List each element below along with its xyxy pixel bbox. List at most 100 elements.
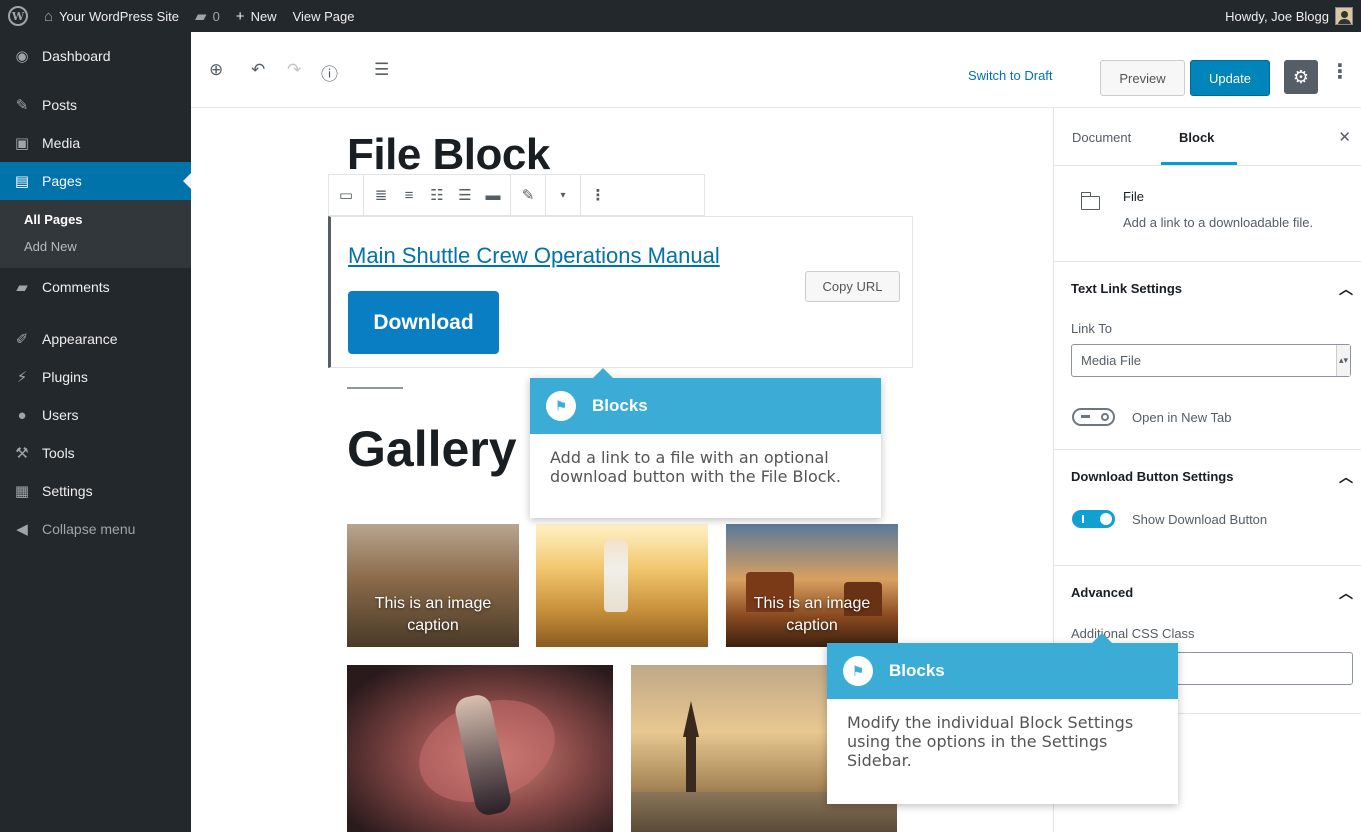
- sidebar-item-appearance[interactable]: ✐ Appearance: [0, 320, 191, 358]
- new-content-link[interactable]: + New: [228, 0, 285, 32]
- view-page-link[interactable]: View Page: [285, 0, 363, 32]
- folder-icon: [1080, 192, 1100, 210]
- admin-sidebar: ◉ Dashboard ✎ Posts ▣ Media ▤ Pages All …: [0, 32, 191, 832]
- tooltip-title: Blocks: [889, 661, 945, 680]
- align-wide-icon[interactable]: ☰: [456, 186, 474, 204]
- info-icon[interactable]: ⓘ: [321, 60, 338, 85]
- dashboard-icon: ◉: [15, 48, 29, 65]
- gallery-image-girl[interactable]: [536, 524, 708, 647]
- image-caption: This is an image caption: [753, 595, 871, 634]
- update-button[interactable]: Update: [1190, 60, 1270, 96]
- comments-count: 0: [212, 8, 220, 24]
- text-link-settings-panel: Text Link Settings ︿ Link To Media File …: [1054, 262, 1361, 450]
- more-options-icon[interactable]: ⋮: [1330, 62, 1350, 82]
- gallery-heading[interactable]: Gallery: [347, 420, 517, 478]
- new-label: New: [250, 8, 277, 24]
- alignment-group: ≣ ≡ ☷ ☰ ▬: [364, 175, 511, 215]
- gallery-image-dancer[interactable]: [347, 665, 613, 832]
- plus-icon: +: [235, 7, 245, 25]
- file-block-heading[interactable]: File Block: [347, 130, 550, 180]
- sidebar-item-tools[interactable]: ⚒ Tools: [0, 434, 191, 472]
- flag-icon: ⚑: [546, 391, 576, 421]
- settings-toggle-button[interactable]: ⚙: [1284, 60, 1318, 94]
- chevron-up-icon[interactable]: ︿: [1339, 583, 1353, 603]
- show-download-button-toggle[interactable]: [1072, 510, 1115, 528]
- close-icon[interactable]: ✕: [1338, 128, 1351, 146]
- link-to-value: Media File: [1081, 353, 1141, 368]
- flag-icon: ⚑: [843, 656, 873, 686]
- sidebar-item-label: Collapse menu: [42, 521, 136, 537]
- sidebar-item-dashboard[interactable]: ◉ Dashboard: [0, 32, 191, 80]
- sidebar-item-plugins[interactable]: ⚡ Plugins: [0, 358, 191, 396]
- tooltip-header: ⚑ Blocks: [827, 643, 1178, 699]
- folder-icon[interactable]: ▭: [337, 186, 355, 204]
- tooltip-title: Blocks: [592, 396, 648, 415]
- copy-url-button[interactable]: Copy URL: [805, 271, 900, 302]
- media-icon: ▣: [14, 135, 30, 152]
- block-card: File Add a link to a downloadable file.: [1054, 166, 1361, 262]
- account-menu[interactable]: Howdy, Joe Blogg: [1225, 0, 1353, 32]
- chevron-up-icon[interactable]: ︿: [1339, 467, 1353, 487]
- tab-document[interactable]: Document: [1072, 130, 1131, 145]
- sidebar-item-pages[interactable]: ▤ Pages: [0, 162, 191, 200]
- greeting: Howdy, Joe Blogg: [1225, 8, 1329, 24]
- undo-icon[interactable]: ↶: [251, 60, 265, 80]
- sidebar-item-settings[interactable]: ▦ Settings: [0, 472, 191, 510]
- more-vertical-icon[interactable]: ⋮: [589, 186, 607, 204]
- open-new-tab-toggle[interactable]: [1072, 408, 1115, 426]
- submenu-item-add-new[interactable]: Add New: [0, 233, 191, 260]
- sidebar-item-label: Media: [42, 135, 81, 151]
- comment-icon: ▰: [195, 8, 207, 25]
- file-link[interactable]: Main Shuttle Crew Operations Manual: [348, 243, 720, 269]
- gallery-image-field[interactable]: This is an image caption: [347, 524, 519, 647]
- wordpress-logo-menu[interactable]: W: [0, 0, 36, 32]
- align-right-icon[interactable]: ☷: [428, 186, 446, 204]
- open-new-tab-label: Open in New Tab: [1132, 410, 1232, 425]
- link-to-select[interactable]: Media File ▴▾: [1071, 344, 1351, 377]
- brush-icon: ✐: [15, 331, 29, 348]
- site-name: Your WordPress Site: [59, 8, 180, 24]
- wrench-icon: ⚒: [15, 445, 29, 462]
- sidebar-item-posts[interactable]: ✎ Posts: [0, 86, 191, 124]
- admin-bar: W ⌂ Your WordPress Site ▰ 0 + New View P…: [0, 0, 1361, 32]
- sidebar-item-label: Settings: [42, 483, 93, 499]
- gallery-image-desert[interactable]: This is an image caption: [726, 524, 898, 647]
- chevron-down-icon[interactable]: ▾: [554, 190, 572, 201]
- toggle-knob: [1101, 413, 1109, 421]
- file-block[interactable]: Main Shuttle Crew Operations Manual Copy…: [328, 216, 913, 368]
- sidebar-item-media[interactable]: ▣ Media: [0, 124, 191, 162]
- more-group: ⋮: [581, 175, 615, 215]
- blocks-tooltip-settings: ⚑ Blocks Modify the individual Block Set…: [827, 633, 1178, 804]
- align-full-icon[interactable]: ▬: [484, 187, 502, 204]
- show-download-button-label: Show Download Button: [1132, 512, 1268, 527]
- settings-tabs: Document Block ✕: [1054, 108, 1361, 166]
- panel-title[interactable]: Download Button Settings: [1071, 469, 1233, 484]
- toggle-bar: [1081, 415, 1090, 418]
- sidebar-item-users[interactable]: ● Users: [0, 396, 191, 434]
- align-left-icon[interactable]: ≣: [372, 186, 390, 204]
- block-card-title: File: [1123, 189, 1144, 204]
- pencil-icon[interactable]: ✎: [519, 186, 537, 204]
- pages-icon: ▤: [14, 173, 30, 190]
- download-button-settings-panel: Download Button Settings ︿ Show Download…: [1054, 450, 1361, 566]
- sidebar-item-comments[interactable]: ▰ Comments: [0, 268, 191, 306]
- comments-link[interactable]: ▰ 0: [187, 0, 228, 32]
- sidebar-item-collapse[interactable]: ◀ Collapse menu: [0, 510, 191, 548]
- collapse-icon: ◀: [16, 521, 28, 538]
- preview-button[interactable]: Preview: [1100, 60, 1185, 96]
- panel-title[interactable]: Advanced: [1071, 585, 1133, 600]
- outline-icon[interactable]: ☰: [374, 60, 389, 80]
- panel-title[interactable]: Text Link Settings: [1071, 281, 1182, 296]
- tab-block[interactable]: Block: [1179, 130, 1214, 145]
- add-block-icon[interactable]: ⊕: [209, 60, 223, 80]
- submenu-item-all-pages[interactable]: All Pages: [0, 206, 191, 233]
- link-to-label: Link To: [1071, 321, 1112, 336]
- switch-to-draft-link[interactable]: Switch to Draft: [968, 68, 1053, 83]
- chevron-up-icon[interactable]: ︿: [1339, 279, 1353, 299]
- edit-group: ✎: [511, 175, 546, 215]
- align-center-icon[interactable]: ≡: [400, 187, 418, 204]
- plugin-icon: ⚡: [16, 369, 28, 386]
- download-button[interactable]: Download: [348, 291, 499, 354]
- redo-icon[interactable]: ↷: [287, 60, 301, 80]
- site-name-link[interactable]: ⌂ Your WordPress Site: [36, 0, 187, 32]
